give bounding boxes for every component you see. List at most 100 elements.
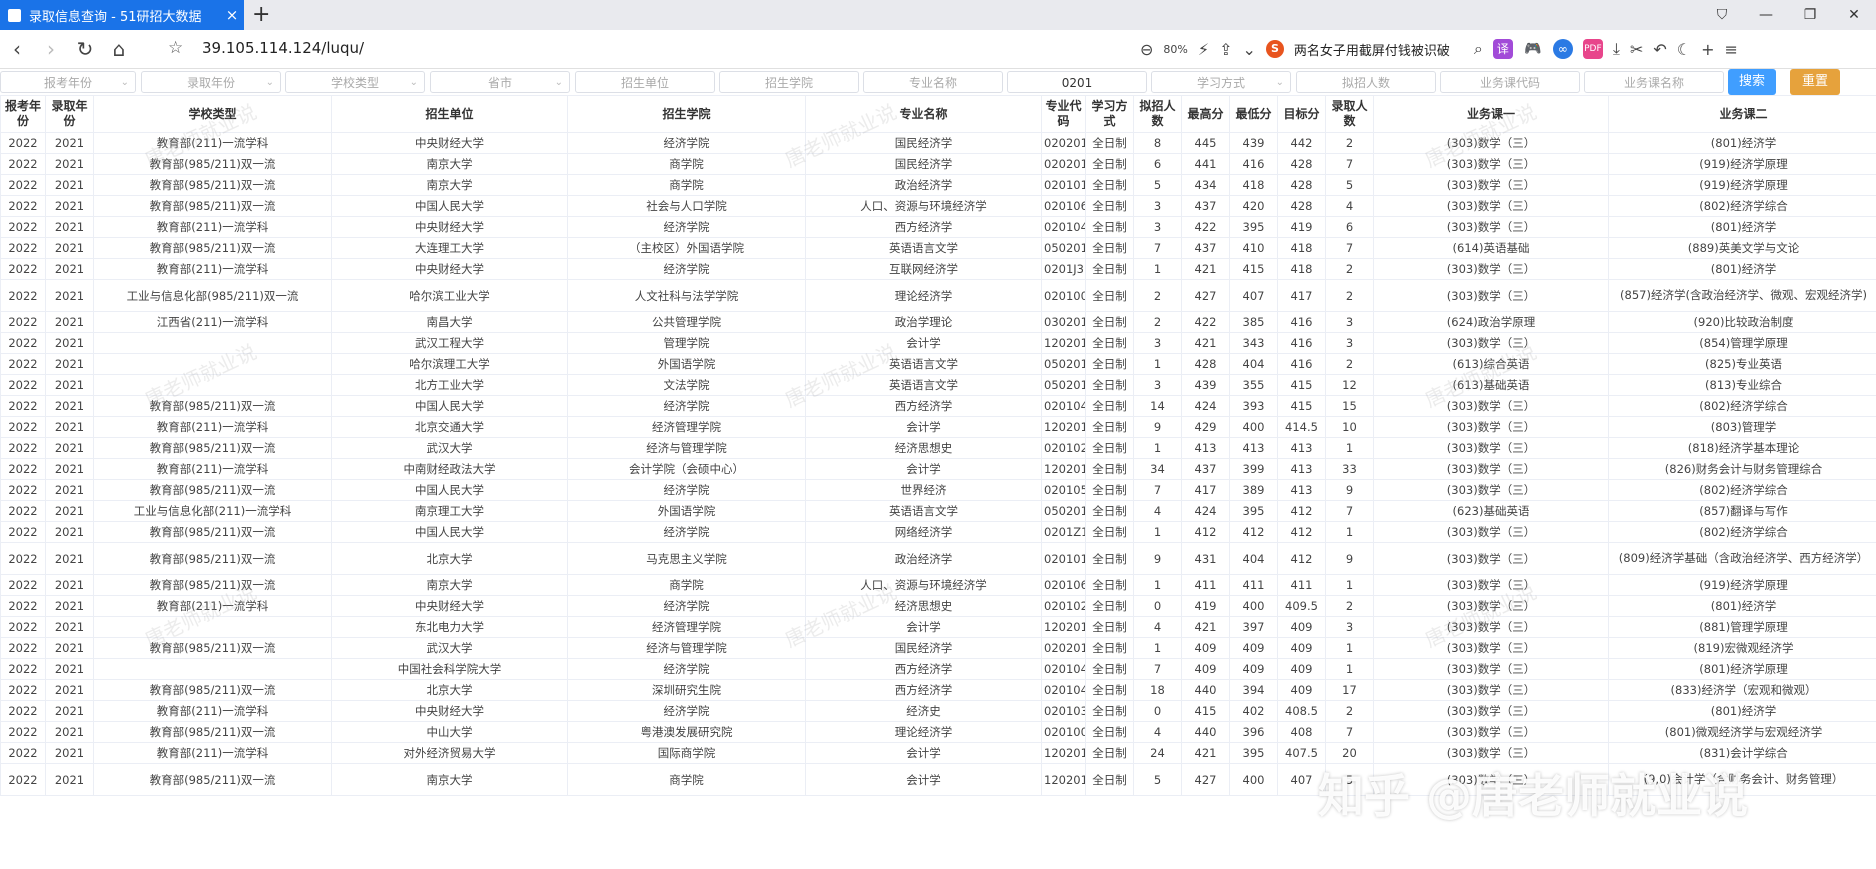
course-name-input[interactable]: 业务课名称	[1584, 71, 1724, 93]
table-cell: 428	[1277, 174, 1326, 196]
game-extension-icon[interactable]: 🎮	[1522, 39, 1543, 59]
plan-count-input[interactable]: 拟招人数	[1296, 71, 1436, 93]
table-row: 2022 2021 教育部(211)一流学科 中央财经大学 经济学院 互联网经济学 0201…	[0, 258, 1876, 280]
unit-input[interactable]: 招生单位	[575, 71, 715, 93]
table-cell: 江西省(211)一流学科	[93, 311, 332, 333]
shirt-icon[interactable]: ⛉	[1700, 0, 1744, 30]
study-mode-select[interactable]: 学习方式 ⌄	[1151, 71, 1291, 93]
search-button[interactable]: 搜索	[1728, 69, 1776, 95]
close-tab-icon[interactable]: ×	[220, 6, 244, 24]
cut-icon[interactable]: ✂	[1630, 40, 1643, 59]
table-cell: 教育部(985/211)双一流	[93, 195, 332, 217]
table-cell: 408	[1277, 721, 1326, 743]
reset-button[interactable]: 重置	[1790, 69, 1840, 95]
undo-icon[interactable]: ↶	[1653, 40, 1666, 59]
pdf-extension-icon[interactable]: PDF	[1582, 39, 1603, 59]
table-cell: 2022	[0, 416, 46, 438]
download-icon[interactable]: ⤓	[1613, 39, 1620, 59]
table-cell: 全日制	[1085, 153, 1134, 175]
table-cell: 西方经济学	[805, 658, 1042, 680]
translate-extension-icon[interactable]: 译	[1492, 39, 1513, 59]
table-cell: 417	[1277, 279, 1326, 312]
table-cell: 人口、资源与环境经济学	[805, 195, 1042, 217]
column-header: 业务课二	[1608, 95, 1876, 133]
extension-icon[interactable]: ∞	[1552, 39, 1573, 59]
table-cell: 人文社科与法学学院	[567, 279, 806, 312]
course-code-input[interactable]: 业务课代码	[1440, 71, 1580, 93]
news-ticker[interactable]: 两名女子用截屏付钱被识破	[1294, 40, 1464, 59]
table-row: 2022 2021 教育部(211)一流学科 中央财经大学 经济学院 国民经济学 02020…	[0, 132, 1876, 154]
close-window-icon[interactable]: ✕	[1832, 0, 1876, 30]
table-cell: 0201J3	[1041, 258, 1086, 280]
zoom-level[interactable]: 80%	[1163, 43, 1187, 56]
table-cell: 2022	[0, 700, 46, 722]
table-cell: 2022	[0, 542, 46, 575]
share-icon[interactable]: ⇪	[1219, 40, 1232, 59]
new-tab-button[interactable]: +	[252, 3, 270, 27]
plan-count-placeholder: 拟招人数	[1341, 76, 1390, 90]
active-tab[interactable]: 录取信息查询 - 51研招大数据 ×	[0, 0, 244, 30]
table-cell: 1	[1133, 353, 1182, 375]
table-cell: (801)经济学	[1608, 216, 1876, 238]
major-name-input[interactable]: 专业名称	[863, 71, 1003, 93]
table-row: 2022 2021 教育部(985/211)双一流 武汉大学 经济与管理学院 经济思想史 0…	[0, 437, 1876, 459]
table-cell: 2022	[0, 395, 46, 417]
province-select[interactable]: 省市 ⌄	[430, 71, 570, 93]
night-mode-icon[interactable]: ☾	[1677, 40, 1691, 59]
table-cell: 全日制	[1085, 500, 1134, 522]
table-cell: 社会与人口学院	[567, 195, 806, 217]
major-code-input[interactable]: 0201	[1007, 71, 1147, 93]
table-cell: (802)经济学综合	[1608, 395, 1876, 417]
table-row: 2022 2021 北方工业大学 文法学院 英语语言文学 050201 全日制 3 439 355…	[0, 374, 1876, 396]
table-cell: 工业与信息化部(211)一流学科	[93, 500, 332, 522]
table-cell: (303)数学（三）	[1373, 216, 1609, 238]
table-cell: 2021	[45, 721, 94, 743]
table-cell: 413	[1229, 437, 1278, 459]
menu-icon[interactable]: ≡	[1725, 40, 1738, 59]
home-icon[interactable]: ⌂	[102, 37, 136, 61]
table-cell: 050201	[1041, 237, 1086, 259]
table-cell: 全日制	[1085, 679, 1134, 701]
table-cell: 教育部(211)一流学科	[93, 216, 332, 238]
table-cell: 020104	[1041, 679, 1086, 701]
lightning-icon[interactable]: ⚡	[1198, 40, 1209, 59]
table-cell: 020101	[1041, 542, 1086, 575]
table-cell: 经济学院	[567, 216, 806, 238]
table-cell: 428	[1181, 353, 1230, 375]
admit-year-select[interactable]: 录取年份 ⌄	[141, 71, 281, 93]
back-icon[interactable]: ‹	[0, 37, 34, 61]
table-cell: 412	[1277, 542, 1326, 575]
reload-icon[interactable]: ↻	[68, 37, 102, 61]
table-cell: (303)数学（三）	[1373, 153, 1609, 175]
table-cell: 全日制	[1085, 237, 1134, 259]
table-cell: 427	[1181, 763, 1230, 796]
add-icon[interactable]: +	[1701, 40, 1714, 59]
table-cell: 6	[1325, 216, 1374, 238]
table-cell: 南京大学	[331, 174, 568, 196]
forward-icon[interactable]: ›	[34, 37, 68, 61]
search-icon[interactable]: ⌕	[1474, 39, 1483, 59]
school-type-select[interactable]: 学校类型 ⌄	[285, 71, 425, 93]
filter-bar: 报考年份 ⌄ 录取年份 ⌄ 学校类型 ⌄ 省市 ⌄ 招生单位 招生学院 专业名称 020…	[0, 69, 1876, 96]
table-cell: 2021	[45, 458, 94, 480]
table-cell: (919)经济学原理	[1608, 574, 1876, 596]
table-cell: 英语语言文学	[805, 237, 1042, 259]
college-input[interactable]: 招生学院	[719, 71, 859, 93]
minimize-icon[interactable]: —	[1744, 0, 1788, 30]
table-cell: 415	[1181, 700, 1230, 722]
table-cell: (303)数学（三）	[1373, 416, 1609, 438]
exam-year-select[interactable]: 报考年份 ⌄	[0, 71, 136, 93]
address-bar[interactable]: 39.105.114.124/luqu/	[202, 39, 364, 57]
table-cell: 2021	[45, 437, 94, 459]
admission-table: 报考年份 录取年份 学校类型 招生单位 招生学院 专业名称 专业代码 学习方式 拟招人数 最高分最…	[0, 95, 1876, 796]
chevron-down-icon[interactable]: ⌄	[1243, 40, 1256, 59]
zoom-icon[interactable]: ⊖	[1140, 40, 1153, 59]
table-row: 2022 2021 教育部(211)一流学科 中央财经大学 经济学院 经济思想史 02010…	[0, 595, 1876, 617]
table-cell: 2021	[45, 279, 94, 312]
table-cell: 7	[1325, 500, 1374, 522]
table-cell: 417	[1181, 479, 1230, 501]
table-cell: 419	[1181, 595, 1230, 617]
restore-icon[interactable]: ❐	[1788, 0, 1832, 30]
table-cell: 教育部(985/211)双一流	[93, 521, 332, 543]
bookmark-star-icon[interactable]: ☆	[168, 38, 183, 58]
